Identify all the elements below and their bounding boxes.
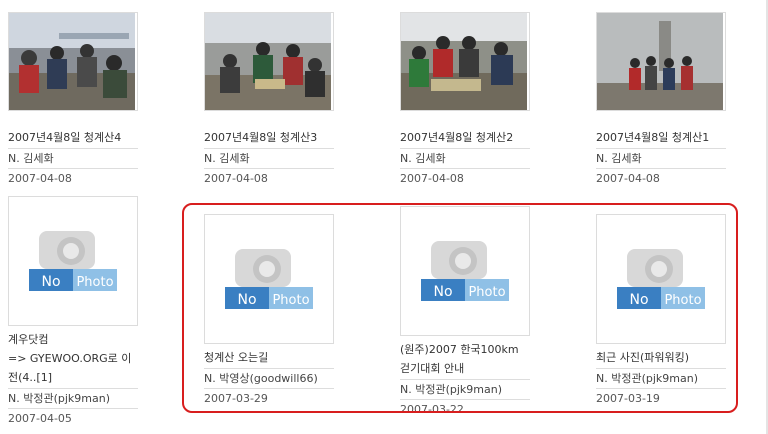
item-author: N. 김세화: [596, 149, 726, 169]
item-date: 2007-04-08: [400, 172, 464, 185]
item-author: N. 박정관(pjk9man): [8, 389, 138, 409]
item-date: 2007-04-08: [204, 172, 268, 185]
photo-thumbnail[interactable]: [596, 12, 726, 111]
item-date: 2007-04-08: [596, 172, 660, 185]
photo-label: Photo: [76, 275, 113, 290]
title-line: => GYEWOO.ORG로 이: [8, 352, 132, 365]
item-title[interactable]: 2007년4월8일 청계산4: [8, 128, 138, 149]
item-date: 2007-04-05: [8, 412, 72, 425]
item-author: N. 김세화: [400, 149, 530, 169]
hiking-group-photo: [205, 13, 331, 110]
item-date: 2007-04-08: [8, 172, 72, 185]
title-line: 계우닷컴: [8, 333, 49, 346]
hiking-group-photo: [9, 13, 135, 110]
title-line: 전(4..[1]: [8, 371, 52, 384]
item-title[interactable]: 2007년4월8일 청계산1: [596, 128, 726, 149]
photo-thumbnail[interactable]: [400, 12, 530, 111]
item-author: N. 김세화: [204, 149, 334, 169]
summit-group-photo: [597, 13, 723, 110]
item-title[interactable]: 2007년4월8일 청계산3: [204, 128, 334, 149]
item-title[interactable]: 2007년4월8일 청계산2: [400, 128, 530, 149]
camera-no-photo-icon: No Photo: [29, 231, 117, 291]
no-label: No: [41, 274, 60, 290]
red-highlight-annotation: [182, 203, 738, 413]
no-photo-thumbnail[interactable]: No Photo: [8, 196, 138, 326]
photo-thumbnail[interactable]: [204, 12, 334, 111]
hiking-group-photo: [401, 13, 527, 110]
item-title[interactable]: 계우닷컴 => GYEWOO.ORG로 이 전(4..[1]: [8, 330, 138, 389]
photo-thumbnail[interactable]: [8, 12, 138, 111]
item-author: N. 김세화: [8, 149, 138, 169]
